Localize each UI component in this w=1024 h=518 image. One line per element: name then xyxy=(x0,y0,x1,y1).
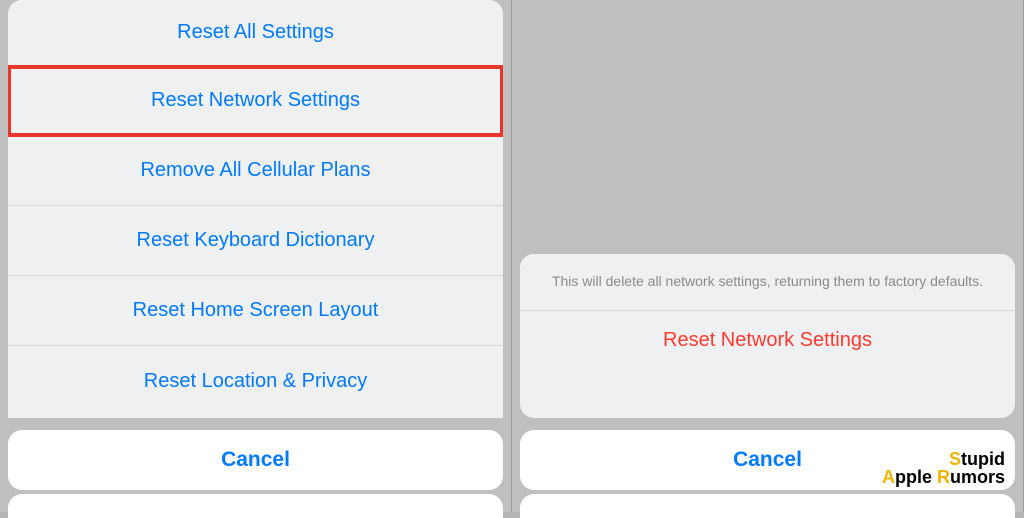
menu-item-label: Remove All Cellular Plans xyxy=(140,159,370,182)
menu-item-label: Reset Location & Privacy xyxy=(144,370,367,393)
reset-home-screen-layout-item[interactable]: Reset Home Screen Layout xyxy=(8,276,503,346)
menu-item-label: Reset Network Settings xyxy=(151,89,360,112)
confirm-button-label: Reset Network Settings xyxy=(663,329,872,352)
reset-options-panel: Reset All Settings Reset Network Setting… xyxy=(0,0,512,512)
cutoff-row xyxy=(520,494,1015,518)
reset-location-privacy-item[interactable]: Reset Location & Privacy xyxy=(8,346,503,416)
confirm-panel: This will delete all network settings, r… xyxy=(512,0,1024,512)
menu-item-label: Reset Keyboard Dictionary xyxy=(137,229,375,252)
remove-cellular-plans-item[interactable]: Remove All Cellular Plans xyxy=(8,136,503,206)
reset-network-settings-item[interactable]: Reset Network Settings xyxy=(8,66,503,136)
cancel-button[interactable]: Cancel xyxy=(8,430,503,490)
reset-all-settings-item[interactable]: Reset All Settings xyxy=(8,0,503,66)
menu-item-label: Reset Home Screen Layout xyxy=(133,299,379,322)
cancel-button[interactable]: Cancel xyxy=(520,430,1015,490)
reset-options-sheet: Reset All Settings Reset Network Setting… xyxy=(8,0,503,418)
reset-keyboard-dictionary-item[interactable]: Reset Keyboard Dictionary xyxy=(8,206,503,276)
cancel-label: Cancel xyxy=(221,448,290,472)
confirm-message: This will delete all network settings, r… xyxy=(520,254,1015,311)
cutoff-row xyxy=(8,494,503,518)
cancel-label: Cancel xyxy=(733,448,802,472)
confirm-message-text: This will delete all network settings, r… xyxy=(552,273,983,289)
confirm-sheet: This will delete all network settings, r… xyxy=(520,254,1015,418)
reset-network-confirm-button[interactable]: Reset Network Settings xyxy=(520,311,1015,371)
menu-item-label: Reset All Settings xyxy=(177,21,334,44)
